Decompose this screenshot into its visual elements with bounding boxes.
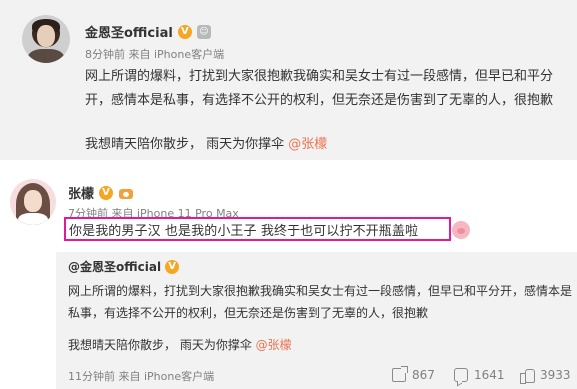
post-body-last-line: 我想晴天陪你散步， 雨天为你撑伞 @张檬 xyxy=(85,133,327,157)
post-source: 来自 iPhone客户端 xyxy=(118,370,215,383)
share-action[interactable]: 867 xyxy=(392,366,435,382)
comment-count: 1641 xyxy=(474,368,505,382)
repost-body-line: 网上所谓的爆料，打扰到大家很抱歉我确实和吴女士有过一段感情，但早已和平分开，感情… xyxy=(68,284,573,298)
repost-name-row: @金恩圣official V xyxy=(68,258,180,275)
share-count: 867 xyxy=(412,368,435,382)
pig-face-emoji-icon xyxy=(452,221,470,239)
post-meta: 8分钟前 来自 iPhone客户端 xyxy=(85,46,224,62)
avatar[interactable] xyxy=(10,179,56,225)
share-icon xyxy=(392,366,408,382)
avatar-shirt xyxy=(18,213,48,225)
avatar-face xyxy=(24,190,42,212)
verified-v-icon: V xyxy=(99,185,114,200)
reply-comment-text: 你是我的男子汉 也是我的小王子 我终于也可以拧不开瓶盖啦 xyxy=(69,224,419,239)
comment-action[interactable]: 1641 xyxy=(454,368,505,382)
post-source: 来自 iPhone客户端 xyxy=(128,48,225,61)
post-body-line: 网上所谓的爆料，打扰到大家很抱歉我确实和吴女士有过一段感情，但早已和平分 xyxy=(85,69,554,84)
repost-body-text: 我想晴天陪你散步， 雨天为你撑伞 xyxy=(68,338,252,352)
post-time[interactable]: 11分钟前 xyxy=(68,370,115,383)
post-time[interactable]: 8分钟前 xyxy=(85,48,125,61)
top-post-name-row: 金恩圣official V ☺ xyxy=(85,22,211,41)
avatar-face xyxy=(37,25,55,47)
mention-link[interactable]: @张檬 xyxy=(256,338,292,352)
verified-v-icon: V xyxy=(177,24,192,39)
post-body-line: 开，感情本是私事，有选择不公开的权利，但无奈还是伤害到了无辜的人，很抱歉 xyxy=(85,93,554,108)
mention-link[interactable]: @张檬 xyxy=(288,137,327,152)
repost-body: 网上所谓的爆料，打扰到大家很抱歉我确实和吴女士有过一段感情，但早已和平分开，感情… xyxy=(68,280,572,324)
verified-v-icon: V xyxy=(165,259,180,274)
repost-meta: 11分钟前 来自 iPhone客户端 xyxy=(68,368,214,384)
like-action[interactable]: 3933 xyxy=(520,368,571,384)
avatar[interactable] xyxy=(22,15,70,63)
member-level-icon: ☺ xyxy=(196,24,211,39)
reply-name-row: 张檬 V xyxy=(68,183,134,202)
like-icon xyxy=(520,368,535,384)
reply-post-card: 张檬 V 7分钟前 来自 iPhone 11 Pro Max 你是我的男子汉 也… xyxy=(0,162,577,389)
repost-username-link[interactable]: @金恩圣official xyxy=(68,258,161,275)
avatar-body xyxy=(28,49,64,63)
username-link[interactable]: 张檬 xyxy=(68,183,94,202)
vip-crown-icon xyxy=(118,186,134,200)
comment-icon xyxy=(454,368,468,382)
repost-body-last-line: 我想晴天陪你散步， 雨天为你撑伞 @张檬 xyxy=(68,334,292,356)
repost-body-line: 私事，有选择不公开的权利，但无奈还是伤害到了无辜的人，很抱歉 xyxy=(68,306,429,320)
like-count: 3933 xyxy=(540,368,571,382)
username-link[interactable]: 金恩圣official xyxy=(85,22,173,41)
reposted-content[interactable]: @金恩圣official V 网上所谓的爆料，打扰到大家很抱歉我确实和吴女士有过… xyxy=(56,252,577,389)
post-body: 网上所谓的爆料，打扰到大家很抱歉我确实和吴女士有过一段感情，但早已和平分 开，感… xyxy=(85,65,553,113)
top-post-card: 金恩圣official V ☺ 8分钟前 来自 iPhone客户端 网上所谓的爆… xyxy=(0,0,577,160)
post-body-text: 我想晴天陪你散步， 雨天为你撑伞 xyxy=(85,137,285,152)
